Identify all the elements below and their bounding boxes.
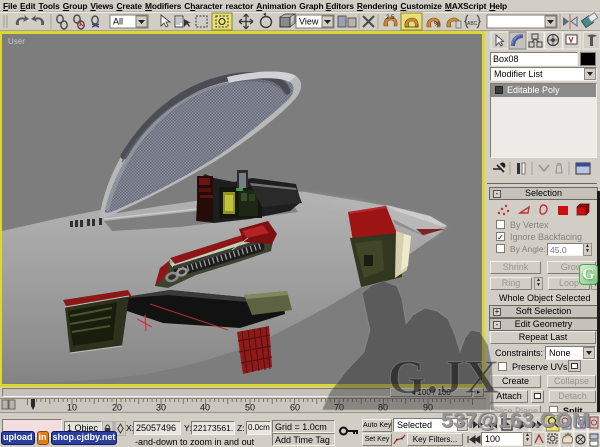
svg-text:40: 40: [200, 403, 210, 413]
svg-text:80: 80: [378, 403, 388, 413]
svg-text:50: 50: [245, 403, 255, 413]
svg-text:%: %: [434, 21, 440, 28]
svg-text:View: View: [299, 17, 319, 27]
svg-text:All: All: [113, 17, 123, 27]
svg-text:ABC: ABC: [467, 21, 478, 27]
svg-text:60: 60: [290, 403, 300, 413]
svg-text:90: 90: [423, 403, 433, 413]
svg-text:2.5: 2.5: [386, 15, 395, 21]
svg-text:10: 10: [67, 403, 77, 413]
svg-text:70: 70: [334, 403, 344, 413]
svg-text:20: 20: [112, 403, 122, 413]
svg-text:30: 30: [156, 403, 166, 413]
